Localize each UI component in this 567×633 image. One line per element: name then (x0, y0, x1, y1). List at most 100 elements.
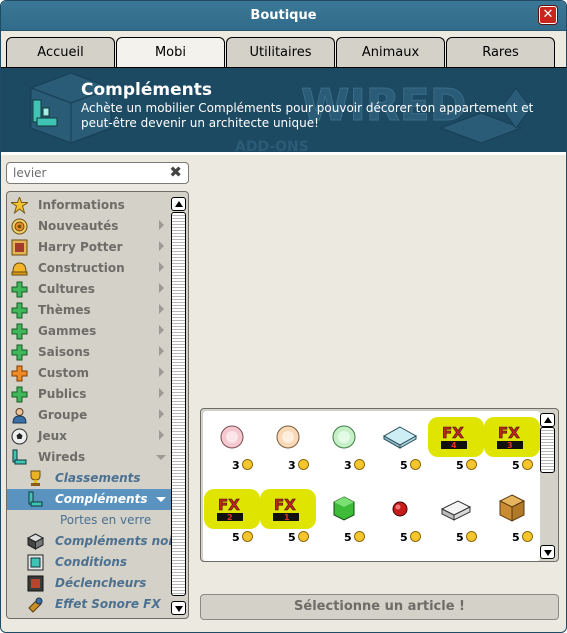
chevron-right-icon (159, 409, 164, 419)
tab-rares[interactable]: Rares (446, 37, 555, 67)
scroll-up-button[interactable] (171, 197, 186, 211)
category-saisons[interactable]: Saisons (7, 342, 171, 363)
chevron-right-icon (159, 388, 164, 398)
chevron-right-icon (159, 262, 164, 272)
category-scrollbar[interactable] (170, 193, 187, 617)
category-label: Nouveautés (38, 219, 119, 233)
arrow-down-icon (544, 550, 552, 556)
category-jeux[interactable]: Jeux (7, 426, 171, 447)
scroll-thumb[interactable] (540, 427, 555, 473)
category-groupe[interactable]: Groupe (7, 405, 171, 426)
subcategory-conditions[interactable]: Conditions (7, 552, 171, 573)
wired-icon (12, 449, 27, 465)
svg-text:FX: FX (442, 424, 464, 442)
arrow-up-icon (175, 201, 183, 207)
chevron-right-icon (159, 346, 164, 356)
category-label: Groupe (38, 408, 88, 422)
scroll-up-button[interactable] (540, 413, 555, 427)
chevron-right-icon (159, 283, 164, 293)
tab-utilitaires[interactable]: Utilitaires (226, 37, 335, 67)
close-button[interactable]: ✕ (539, 6, 557, 24)
arrow-down-icon (175, 606, 183, 612)
subcategory-classements[interactable]: Classements (7, 468, 171, 489)
wooden-crate-icon (498, 494, 526, 522)
item-scrollbar[interactable] (539, 412, 556, 560)
item-tile[interactable]: 3 (260, 415, 316, 483)
category-label: Harry Potter (38, 240, 123, 254)
chevron-right-icon (159, 325, 164, 335)
category-label: Jeux (38, 429, 67, 443)
item-price: 5 (512, 531, 520, 544)
category-custom[interactable]: Custom (7, 363, 171, 384)
subcategory-effet-sonore-fx[interactable]: Effet Sonore FX (7, 594, 171, 615)
credit-coin-icon (410, 459, 421, 470)
peach-orb-icon (276, 425, 300, 449)
tab-accueil[interactable]: Accueil (6, 37, 115, 67)
category-nouveautes[interactable]: Nouveautés (7, 216, 171, 237)
wired-addon-icon (32, 99, 58, 127)
tab-mobi[interactable]: Mobi (116, 37, 225, 68)
catalog-window: Boutique ✕ Accueil Mobi Utilitaires Anim… (0, 0, 567, 633)
item-tile[interactable]: 5 (484, 487, 540, 555)
search-input[interactable]: levier ✖ (6, 162, 189, 184)
item-tile[interactable]: FX 4 5 (428, 415, 484, 483)
category-label: Thèmes (38, 303, 91, 317)
item-tile[interactable]: 3 (204, 415, 260, 483)
clear-search-icon[interactable]: ✖ (169, 163, 182, 181)
item-tile[interactable]: 3 (316, 415, 372, 483)
glass-tile-icon (382, 426, 418, 449)
item-price: 5 (232, 531, 240, 544)
item-price: 5 (456, 459, 464, 472)
subcategory-label: Classements (55, 471, 141, 485)
green-plus-icon (11, 281, 28, 298)
credit-coin-icon (466, 459, 477, 470)
category-label: Cultures (38, 282, 95, 296)
subcategory-declencheurs[interactable]: Déclencheurs (7, 573, 171, 594)
category-gammes[interactable]: Gammes (7, 321, 171, 342)
chevron-right-icon (159, 241, 164, 251)
fx-number: 3 (507, 441, 513, 450)
green-cube-icon (333, 496, 355, 521)
category-title: Compléments (81, 80, 212, 100)
credit-coin-icon (298, 459, 309, 470)
category-harry-potter[interactable]: Harry Potter (7, 237, 171, 258)
category-themes[interactable]: Thèmes (7, 300, 171, 321)
item-tile[interactable]: 5 (428, 487, 484, 555)
category-cultures[interactable]: Cultures (7, 279, 171, 300)
chevron-right-icon (159, 304, 164, 314)
wired-addon-icon (28, 491, 43, 507)
item-price: 3 (344, 459, 352, 472)
title-bar[interactable]: Boutique ✕ (1, 1, 566, 31)
close-icon: ✕ (542, 7, 554, 22)
tab-animaux[interactable]: Animaux (336, 37, 445, 67)
hard-hat-icon (11, 262, 28, 276)
subcategory-complements-noir-blanc[interactable]: Compléments noir & blanc (7, 531, 171, 552)
item-tile[interactable]: 5 (316, 487, 372, 555)
tab-bar: Accueil Mobi Utilitaires Animaux Rares (6, 37, 558, 68)
category-informations[interactable]: Informations (7, 195, 171, 216)
scroll-thumb[interactable] (171, 212, 186, 596)
scroll-down-button[interactable] (171, 601, 186, 615)
subcategory-complements[interactable]: Compléments (7, 489, 171, 510)
item-price: 5 (512, 459, 520, 472)
scroll-down-button[interactable] (540, 545, 555, 559)
item-price: 5 (344, 531, 352, 544)
credit-coin-icon (242, 531, 253, 542)
category-label: Informations (38, 198, 125, 212)
category-wireds[interactable]: Wireds (7, 447, 171, 468)
item-tile[interactable]: FX 2 5 (204, 487, 260, 555)
credit-coin-icon (298, 531, 309, 542)
select-item-prompt: Sélectionne un article ! (200, 594, 559, 620)
fx-2-icon: FX 2 (204, 489, 260, 529)
chevron-right-icon (159, 367, 164, 377)
category-construction[interactable]: Construction (7, 258, 171, 279)
item-tile[interactable]: 5 (372, 487, 428, 555)
item-tile[interactable]: 5 (372, 415, 428, 483)
category-publics[interactable]: Publics (7, 384, 171, 405)
credit-coin-icon (410, 531, 421, 542)
item-tile[interactable]: FX 1 5 (260, 487, 316, 555)
subsubcategory-portes-en-verre[interactable]: Portes en verre (7, 510, 171, 531)
item-tile[interactable]: FX 3 5 (484, 415, 540, 483)
credit-coin-icon (466, 531, 477, 542)
target-icon (11, 218, 28, 235)
